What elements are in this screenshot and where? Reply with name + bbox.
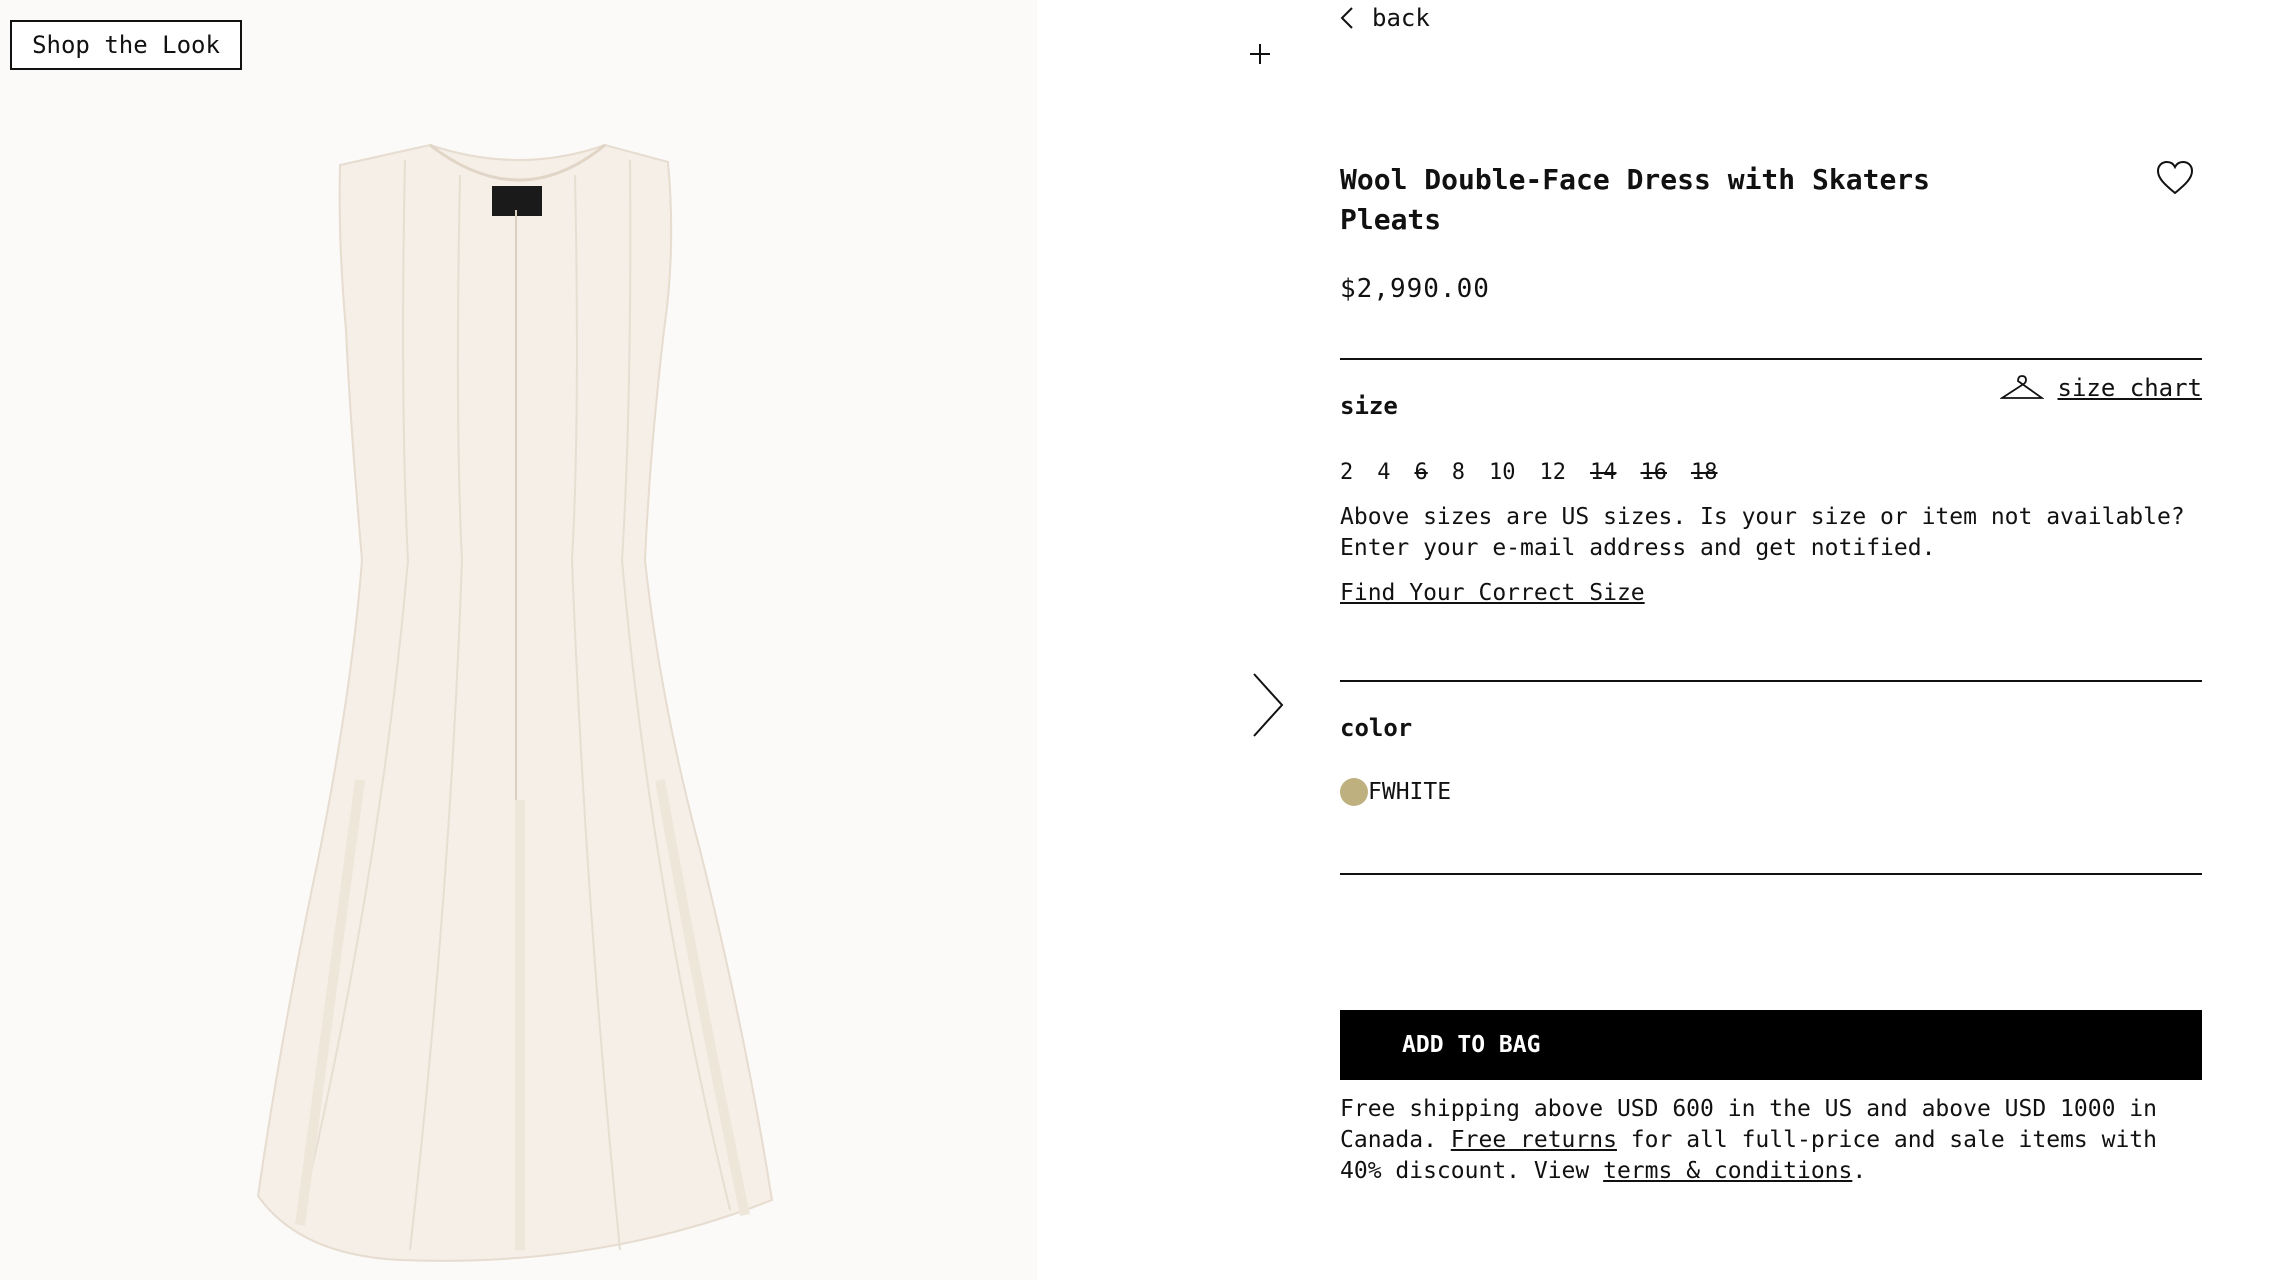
product-info-panel: back Wool Double-Face Dress with Skaters… <box>1340 0 2202 1280</box>
divider <box>1340 358 2202 360</box>
free-returns-link[interactable]: Free returns <box>1451 1127 1617 1153</box>
size-note: Above sizes are US sizes. Is your size o… <box>1340 504 2185 561</box>
shipping-info: Free shipping above USD 600 in the US an… <box>1340 1094 2202 1187</box>
plus-icon[interactable] <box>1246 40 1274 68</box>
back-link[interactable]: back <box>1340 4 1430 32</box>
size-option-14[interactable]: 14 <box>1590 460 1617 485</box>
heart-icon[interactable] <box>2156 160 2194 196</box>
size-option-8[interactable]: 8 <box>1452 460 1465 485</box>
size-chart-link[interactable]: size chart <box>1999 374 2203 402</box>
size-chart-label: size chart <box>2057 374 2203 402</box>
back-label: back <box>1372 4 1430 32</box>
shop-the-look-button[interactable]: Shop the Look <box>10 20 242 70</box>
size-option-18[interactable]: 18 <box>1691 460 1718 485</box>
size-option-6[interactable]: 6 <box>1415 460 1428 485</box>
product-image <box>256 143 774 1262</box>
chevron-left-icon <box>1340 7 1353 29</box>
color-swatch <box>1340 778 1368 806</box>
color-label: color <box>1340 714 1413 742</box>
color-option-fwhite[interactable]: FWHITE <box>1340 778 1451 806</box>
add-to-bag-button[interactable]: ADD TO BAG <box>1340 1010 2202 1080</box>
product-image-panel: Shop the Look <box>0 0 1037 1280</box>
size-option-2[interactable]: 2 <box>1340 460 1353 485</box>
product-price: $2,990.00 <box>1340 274 1490 304</box>
size-option-4[interactable]: 4 <box>1377 460 1390 485</box>
size-options: 2 4 6 8 10 12 14 16 18 <box>1340 460 1742 485</box>
size-option-10[interactable]: 10 <box>1489 460 1516 485</box>
chevron-right-icon[interactable] <box>1250 672 1286 738</box>
product-title: Wool Double-Face Dress with Skaters Plea… <box>1340 163 1931 236</box>
shipping-text: . <box>1852 1158 1867 1184</box>
size-label: size <box>1340 392 1398 420</box>
size-option-16[interactable]: 16 <box>1641 460 1668 485</box>
size-option-12[interactable]: 12 <box>1540 460 1567 485</box>
hanger-icon <box>1999 375 2044 399</box>
color-name: FWHITE <box>1368 779 1452 805</box>
divider <box>1340 680 2202 682</box>
divider <box>1340 873 2202 875</box>
terms-conditions-link[interactable]: terms & conditions <box>1603 1158 1852 1184</box>
find-correct-size-link[interactable]: Find Your Correct Size <box>1340 580 1645 606</box>
